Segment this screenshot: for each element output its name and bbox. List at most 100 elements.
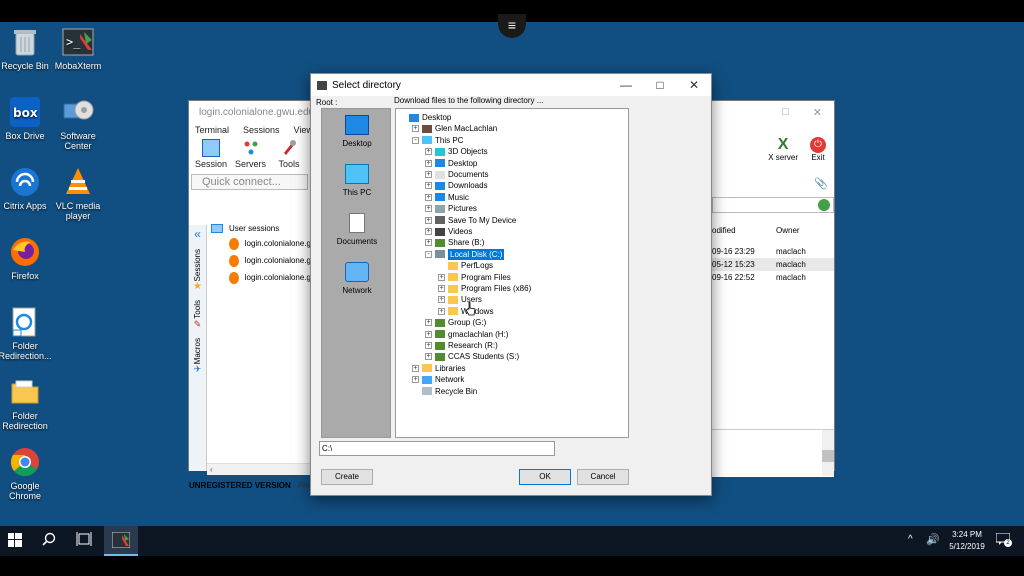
tree-node[interactable]: + Libraries bbox=[412, 363, 466, 374]
desktop-icon-folder-redirection-shortcut[interactable]: Folder Redirection... bbox=[0, 306, 55, 361]
start-button[interactable] bbox=[8, 533, 24, 549]
tree-node[interactable]: + Documents bbox=[425, 169, 488, 180]
desktop-icon-recycle-bin[interactable]: Recycle Bin bbox=[0, 26, 55, 71]
vertical-scrollbar[interactable] bbox=[822, 430, 834, 476]
expand-icon[interactable]: + bbox=[412, 125, 419, 133]
taskbar-mobaxterm[interactable] bbox=[104, 526, 138, 556]
desktop-icon-box-drive[interactable]: box Box Drive bbox=[0, 96, 55, 141]
x-server-button[interactable]: X X server bbox=[768, 137, 798, 163]
user-sessions-header[interactable]: User sessions bbox=[211, 221, 311, 235]
expand-icon[interactable]: + bbox=[412, 364, 419, 372]
file-row[interactable]: 09-16 22:52 maclach bbox=[712, 271, 834, 284]
expand-icon[interactable]: + bbox=[425, 193, 432, 201]
expand-icon[interactable]: + bbox=[438, 273, 445, 281]
menu-terminal[interactable]: Terminal bbox=[195, 125, 229, 135]
tree-node[interactable]: + Network bbox=[412, 374, 464, 385]
maximize-button[interactable]: □ bbox=[643, 74, 677, 96]
expand-icon[interactable]: + bbox=[425, 205, 432, 213]
tray-chevron-icon[interactable]: ^ bbox=[908, 534, 913, 545]
close-button[interactable]: ✕ bbox=[677, 74, 711, 96]
tree-node[interactable]: + gmaclachlan (H:) bbox=[425, 329, 508, 340]
expand-icon[interactable]: + bbox=[412, 376, 419, 384]
tree-node[interactable]: Desktop bbox=[399, 112, 451, 123]
column-modified[interactable]: odified bbox=[712, 226, 776, 235]
mobaxterm-window[interactable]: login.colonialone.gwu.edu Terminal Sessi… bbox=[188, 100, 314, 490]
desktop-icon-chrome[interactable]: Google Chrome bbox=[0, 446, 55, 501]
tree-node[interactable]: + Research (R:) bbox=[425, 340, 498, 351]
notification-center-button[interactable]: 2 bbox=[995, 532, 1012, 547]
expand-icon[interactable]: + bbox=[425, 216, 432, 224]
tree-node[interactable]: + Downloads bbox=[425, 180, 488, 191]
expand-icon[interactable]: + bbox=[425, 239, 432, 247]
tree-node[interactable]: + Desktop bbox=[425, 158, 477, 169]
servers-button[interactable]: Servers bbox=[235, 139, 266, 169]
minimize-button[interactable]: — bbox=[609, 74, 643, 96]
expand-icon[interactable]: + bbox=[425, 319, 432, 327]
tree-node[interactable]: - This PC bbox=[412, 135, 463, 146]
exit-button[interactable]: ⏻ Exit bbox=[810, 137, 826, 162]
desktop-icon-mobaxterm[interactable]: >_ MobaXterm bbox=[48, 26, 108, 71]
tree-node[interactable]: + CCAS Students (S:) bbox=[425, 351, 519, 362]
speaker-icon[interactable]: 🔊 bbox=[926, 533, 940, 546]
clock[interactable]: 3:24 PM 5/12/2019 bbox=[940, 529, 994, 553]
tree-node[interactable]: + Group (G:) bbox=[425, 317, 486, 328]
go-icon[interactable] bbox=[818, 199, 830, 211]
search-button[interactable] bbox=[42, 532, 60, 550]
expand-icon[interactable]: + bbox=[425, 330, 432, 338]
cancel-button[interactable]: Cancel bbox=[577, 469, 629, 485]
tree-node[interactable]: + Videos bbox=[425, 226, 472, 237]
tree-node[interactable]: + Save To My Device bbox=[425, 215, 516, 226]
expand-icon[interactable]: + bbox=[438, 296, 445, 304]
collapse-icon[interactable]: - bbox=[412, 136, 419, 144]
session-item[interactable]: login.colonialone.g bbox=[211, 269, 311, 286]
collapse-icon[interactable]: - bbox=[425, 250, 432, 258]
create-button[interactable]: Create bbox=[321, 469, 373, 485]
expand-icon[interactable]: + bbox=[425, 353, 432, 361]
menu-sessions[interactable]: Sessions bbox=[243, 125, 280, 135]
session-item[interactable]: login.colonialone.g bbox=[211, 252, 311, 269]
maximize-button[interactable]: □ bbox=[782, 106, 789, 118]
session-item[interactable]: login.colonialone.g bbox=[211, 235, 311, 252]
tree-node[interactable]: + Pictures bbox=[425, 203, 477, 214]
tree-node[interactable]: - Local Disk (C:) bbox=[425, 248, 505, 260]
place-documents[interactable]: Documents bbox=[322, 213, 392, 246]
tab-tools[interactable]: Tools bbox=[193, 300, 202, 319]
place-desktop[interactable]: Desktop bbox=[322, 115, 392, 148]
mobaxterm-window-right[interactable]: □ ✕ X X server ⏻ Exit 📎 odified Owner 09… bbox=[711, 100, 835, 477]
expand-icon[interactable]: + bbox=[438, 285, 445, 292]
tree-node[interactable]: Recycle Bin bbox=[412, 386, 477, 397]
path-input[interactable]: C:\ bbox=[319, 441, 555, 456]
place-network[interactable]: Network bbox=[322, 262, 392, 295]
attach-icon[interactable]: 📎 bbox=[814, 177, 828, 190]
close-button[interactable]: ✕ bbox=[813, 106, 822, 119]
tree-node[interactable]: + Share (B:) bbox=[425, 237, 484, 248]
desktop-icon-citrix[interactable]: Citrix Apps bbox=[0, 166, 55, 211]
place-this-pc[interactable]: This PC bbox=[322, 164, 392, 197]
tree-node[interactable]: PerfLogs bbox=[438, 260, 493, 271]
ok-button[interactable]: OK bbox=[519, 469, 571, 485]
expand-icon[interactable]: + bbox=[425, 148, 432, 156]
directory-tree[interactable]: Desktop + Glen MacLachlan - This PC +3D Objec… bbox=[395, 108, 629, 438]
desktop-icon-software-center[interactable]: Software Center bbox=[48, 96, 108, 151]
desktop-icon-vlc[interactable]: VLC media player bbox=[48, 166, 108, 221]
desktop-icon-folder-redirection[interactable]: Folder Redirection bbox=[0, 376, 55, 431]
tree-node[interactable]: + Program Files (x86) bbox=[438, 283, 531, 294]
task-view-button[interactable] bbox=[76, 532, 94, 550]
tree-node[interactable]: + Glen MacLachlan bbox=[412, 123, 497, 134]
tree-node[interactable]: + Program Files bbox=[438, 272, 511, 283]
file-row[interactable]: 09-16 23:29 maclach bbox=[712, 245, 834, 258]
desktop-icon-firefox[interactable]: Firefox bbox=[0, 236, 55, 281]
expand-icon[interactable]: + bbox=[425, 342, 432, 349]
tab-macros[interactable]: Macros bbox=[193, 338, 202, 364]
horizontal-scrollbar[interactable]: ‹ bbox=[207, 463, 311, 475]
tools-button[interactable]: Tools bbox=[274, 139, 304, 169]
session-button[interactable]: Session bbox=[195, 139, 227, 169]
expand-icon[interactable]: + bbox=[438, 307, 445, 315]
tree-node[interactable]: + Music bbox=[425, 192, 469, 203]
expand-icon[interactable]: + bbox=[425, 171, 432, 178]
file-row[interactable]: 05-12 15:23 maclach bbox=[712, 258, 834, 271]
column-owner[interactable]: Owner bbox=[776, 226, 800, 235]
expand-icon[interactable]: + bbox=[425, 182, 432, 190]
tab-sessions[interactable]: Sessions bbox=[193, 249, 202, 281]
expand-icon[interactable]: + bbox=[425, 228, 432, 235]
